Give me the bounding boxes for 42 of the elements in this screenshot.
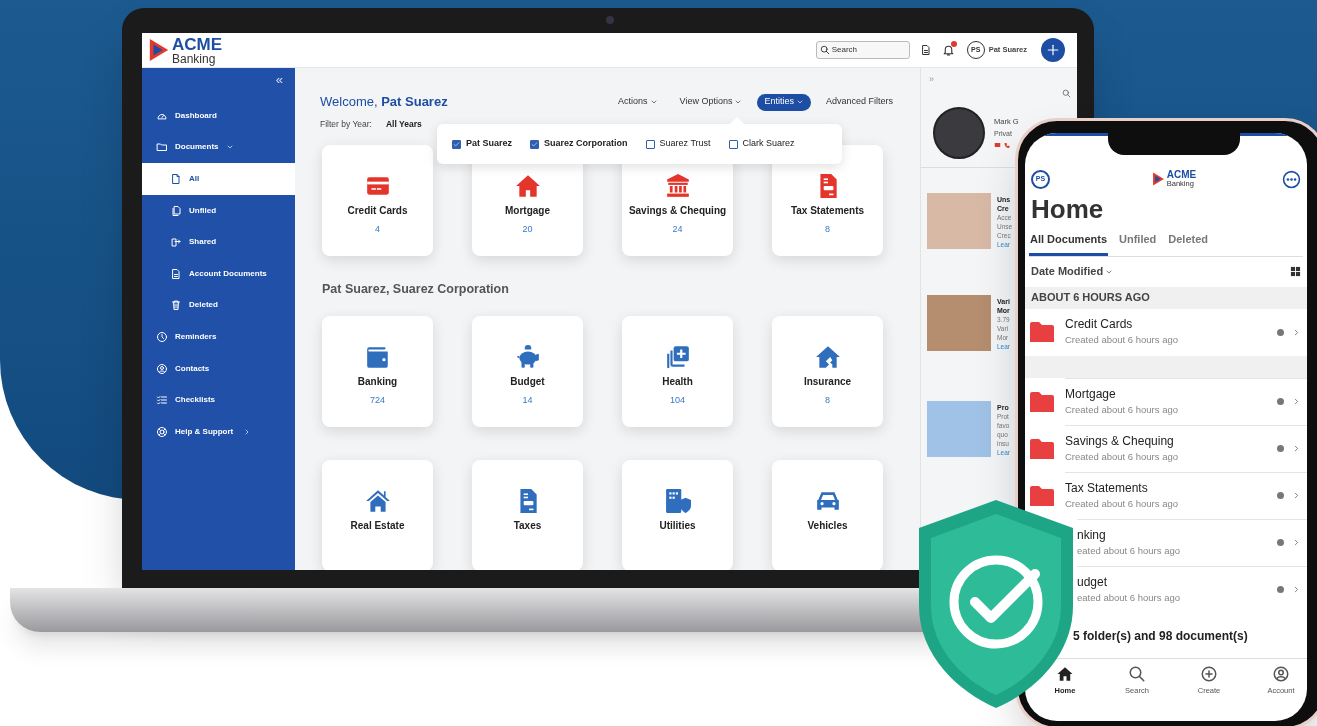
- document-title: Savings & Chequing: [1065, 433, 1175, 449]
- group-header: ABOUT 6 HOURS AGO: [1025, 286, 1307, 309]
- folder-name: Taxes: [512, 520, 543, 532]
- document-subtitle: Created about 6 hours ago: [1065, 402, 1180, 417]
- folder-name: Real Estate: [349, 520, 406, 532]
- folder-name: Vehicles: [806, 520, 849, 532]
- document-subtitle: Created about 6 hours ago: [1065, 496, 1180, 511]
- document-title: nking: [1077, 527, 1107, 543]
- folder-count: 14: [522, 394, 533, 407]
- logo-title: ACME: [172, 35, 223, 53]
- document-title: Tax Statements: [1065, 480, 1149, 496]
- folder-name: Utilities: [658, 520, 697, 532]
- folder-name: Health: [661, 376, 694, 388]
- document-title: udget: [1077, 574, 1109, 590]
- document-subtitle: Created about 6 hours ago: [1065, 333, 1180, 347]
- document-subtitle: eated about 6 hours ago: [1077, 590, 1181, 605]
- section-title: Pat Suarez, Suarez Corporation: [321, 281, 510, 296]
- folder-count: 104: [670, 394, 685, 407]
- folder-name: Savings & Chequing: [627, 205, 728, 217]
- page-title: Home: [1030, 193, 1105, 225]
- folder-count: 8: [825, 394, 830, 407]
- welcome-heading: Welcome, Pat Suarez: [320, 93, 448, 112]
- document-subtitle: Created about 6 hours ago: [1065, 449, 1180, 464]
- folder-name: Credit Cards: [346, 205, 409, 217]
- folder-count: 8: [825, 223, 830, 236]
- folder-count: 24: [672, 223, 683, 236]
- folder-count: 724: [370, 394, 385, 407]
- folder-name: Mortgage: [504, 205, 551, 217]
- filter-label: Filter by Year:: [320, 117, 372, 131]
- summary-text: 5 folder(s) and 98 document(s): [1072, 627, 1249, 645]
- folder-count: 20: [522, 223, 533, 236]
- logo-subtitle: Banking: [172, 52, 217, 65]
- folder-count: 4: [375, 223, 380, 236]
- folder-name: Insurance: [802, 376, 853, 388]
- folder-name: Tax Statements: [789, 205, 866, 217]
- logo-title: ACME: [1166, 170, 1197, 181]
- search-placeholder: Search: [831, 44, 857, 56]
- document-title: Mortgage: [1065, 386, 1117, 402]
- folder-name: Banking: [356, 376, 399, 388]
- folder-name: Budget: [509, 376, 546, 388]
- document-title: Credit Cards: [1065, 317, 1134, 332]
- document-subtitle: eated about 6 hours ago: [1077, 543, 1181, 558]
